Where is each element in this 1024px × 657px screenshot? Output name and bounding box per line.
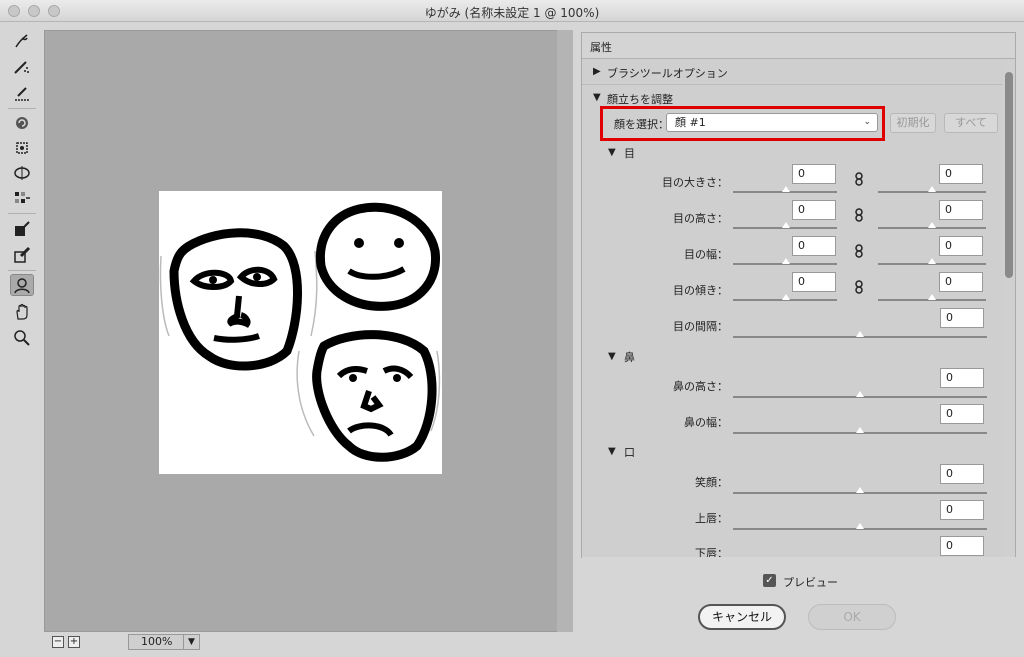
eye-size-label: 目の大きさ： (662, 176, 728, 189)
all-button[interactable]: すべて (944, 113, 998, 133)
face-select-dropdown[interactable]: 顔 #1 ⌄ (666, 113, 878, 132)
zoom-level-select[interactable]: 100% ▼ (128, 634, 200, 650)
eye-width-left-thumb[interactable] (782, 258, 790, 264)
ok-button[interactable]: OK (808, 604, 896, 630)
triangle-down-icon: ▼ (608, 147, 616, 158)
eye-size-right-thumb[interactable] (928, 186, 936, 192)
properties-scrollbar[interactable] (1003, 60, 1015, 557)
triangle-down-icon: ▼ (593, 92, 601, 103)
canvas-scrollbar[interactable] (557, 30, 573, 632)
cancel-button[interactable]: キャンセル (698, 604, 786, 630)
nose-width-input[interactable]: 0 (940, 404, 984, 424)
title-bar: ゆがみ (名称未設定 1 @ 100%) (0, 0, 1024, 22)
eye-width-right-thumb[interactable] (928, 258, 936, 264)
eye-width-left-input[interactable]: 0 (792, 236, 836, 256)
reconstruct-tool-icon[interactable] (10, 56, 34, 78)
eye-size-right-input[interactable]: 0 (939, 164, 983, 184)
tool-panel (0, 22, 44, 657)
bloat-tool-icon[interactable] (10, 162, 34, 184)
nose-width-label: 鼻の幅： (684, 416, 728, 429)
eye-tilt-right-input[interactable]: 0 (939, 272, 983, 292)
zoom-out-button[interactable]: − (52, 636, 64, 648)
eye-tilt-label: 目の傾き： (673, 284, 728, 297)
thaw-mask-tool-icon[interactable] (10, 244, 34, 266)
link-icon[interactable] (854, 280, 864, 294)
eye-size-left-input[interactable]: 0 (792, 164, 836, 184)
upper-lip-thumb[interactable] (856, 523, 864, 529)
link-icon[interactable] (854, 244, 864, 258)
zoom-in-button[interactable]: + (68, 636, 80, 648)
nose-height-input[interactable]: 0 (940, 368, 984, 388)
eye-width-right-input[interactable]: 0 (939, 236, 983, 256)
smile-input[interactable]: 0 (940, 464, 984, 484)
eye-height-left-thumb[interactable] (782, 222, 790, 228)
mouth-section-label: 口 (624, 446, 635, 459)
brush-options-section[interactable]: ▶ ブラシツールオプション (582, 59, 1002, 85)
smile-label: 笑顔： (695, 476, 728, 489)
face-tool-icon[interactable] (10, 274, 34, 296)
eye-height-right-thumb[interactable] (928, 222, 936, 228)
link-icon[interactable] (854, 172, 864, 186)
faces-drawing (159, 202, 441, 462)
twirl-clockwise-tool-icon[interactable] (10, 112, 34, 134)
reset-button[interactable]: 初期化 (890, 113, 936, 133)
zoom-tool-icon[interactable] (10, 327, 34, 349)
face-select-label: 顔を選択： (614, 118, 669, 131)
hand-tool-icon[interactable] (10, 301, 34, 323)
preview-label: プレビュー (783, 576, 838, 589)
face-select-value: 顔 #1 (675, 116, 706, 129)
properties-title: 属性 (590, 41, 612, 54)
eye-tilt-right-thumb[interactable] (928, 294, 936, 300)
properties-bottom-edge (582, 557, 1016, 561)
smile-thumb[interactable] (856, 487, 864, 493)
triangle-right-icon: ▶ (593, 66, 601, 77)
preview-checkbox[interactable]: ✓ (763, 574, 776, 587)
eye-distance-input[interactable]: 0 (940, 308, 984, 328)
eye-size-left-thumb[interactable] (782, 186, 790, 192)
lower-lip-input[interactable]: 0 (940, 536, 984, 556)
zoom-level-value: 100% (141, 635, 173, 648)
nose-height-label: 鼻の高さ： (673, 380, 728, 393)
document-image[interactable] (159, 191, 442, 474)
nose-width-thumb[interactable] (856, 427, 864, 433)
chevron-down-icon: ⌄ (863, 117, 871, 127)
smooth-tool-icon[interactable] (10, 82, 34, 104)
nose-section-label: 鼻 (624, 351, 635, 364)
brush-options-label: ブラシツールオプション (607, 67, 728, 80)
eye-distance-label: 目の間隔： (673, 320, 728, 333)
eye-width-label: 目の幅： (684, 248, 728, 261)
face-adjust-label: 顔立ちを調整 (607, 93, 673, 106)
eye-tilt-left-thumb[interactable] (782, 294, 790, 300)
triangle-down-icon: ▼ (608, 446, 616, 457)
link-icon[interactable] (854, 208, 864, 222)
push-left-tool-icon[interactable] (10, 187, 34, 209)
upper-lip-input[interactable]: 0 (940, 500, 984, 520)
scrollbar-thumb[interactable] (1005, 72, 1013, 278)
status-bar: − + 100% ▼ (44, 632, 573, 652)
eye-distance-thumb[interactable] (856, 331, 864, 337)
upper-lip-label: 上唇： (695, 512, 728, 525)
eye-tilt-left-input[interactable]: 0 (792, 272, 836, 292)
forward-warp-tool-icon[interactable] (10, 30, 34, 52)
eye-height-right-input[interactable]: 0 (939, 200, 983, 220)
nose-height-thumb[interactable] (856, 391, 864, 397)
eyes-section-label: 目 (624, 147, 635, 160)
properties-header: 属性 (582, 33, 1015, 59)
triangle-down-icon: ▼ (608, 351, 616, 362)
window-title: ゆがみ (名称未設定 1 @ 100%) (424, 6, 600, 20)
chevron-down-icon: ▼ (183, 635, 199, 649)
freeze-mask-tool-icon[interactable] (10, 218, 34, 240)
eye-height-label: 目の高さ： (673, 212, 728, 225)
eye-height-left-input[interactable]: 0 (792, 200, 836, 220)
pucker-tool-icon[interactable] (10, 137, 34, 159)
